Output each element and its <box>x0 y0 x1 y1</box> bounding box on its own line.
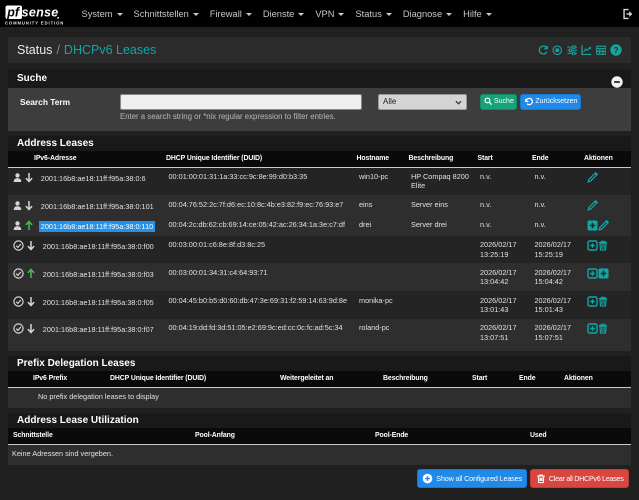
svg-text:sense: sense <box>22 5 59 19</box>
svg-text:COMMUNITY EDITION: COMMUNITY EDITION <box>5 20 64 25</box>
svg-text:?: ? <box>613 46 618 55</box>
svg-text:pf: pf <box>6 5 21 19</box>
